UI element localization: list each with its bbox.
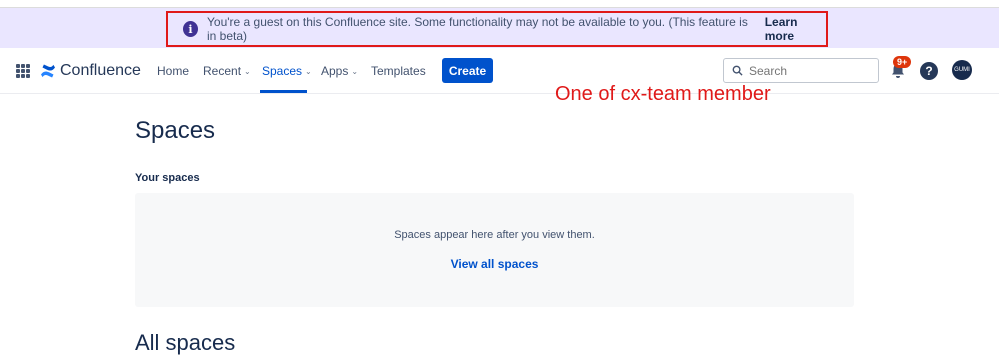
nav-spaces[interactable]: Spaces ⌄ xyxy=(262,64,312,78)
nav-home-label: Home xyxy=(157,64,190,78)
banner-message: You're a guest on this Confluence site. … xyxy=(207,15,748,43)
top-navigation: Confluence Home Recent ⌄ Spaces ⌄ Apps ⌄… xyxy=(0,48,999,94)
nav-spaces-label: Spaces xyxy=(262,64,303,78)
chevron-down-icon: ⌄ xyxy=(244,66,251,76)
nav-recent[interactable]: Recent ⌄ xyxy=(203,64,251,78)
search-box[interactable] xyxy=(723,58,879,83)
notification-count-badge: 9+ xyxy=(893,56,912,68)
confluence-logo-icon xyxy=(41,64,55,78)
search-icon xyxy=(732,65,743,76)
app-switcher-icon[interactable] xyxy=(16,64,30,78)
nav-home[interactable]: Home xyxy=(157,64,189,78)
search-input[interactable] xyxy=(749,63,869,78)
annotation-text: One of cx-team member xyxy=(555,83,771,105)
empty-state-message: Spaces appear here after you view them. xyxy=(394,229,595,241)
confluence-logo[interactable]: Confluence xyxy=(40,62,141,80)
learn-more-link[interactable]: Learn more xyxy=(765,15,826,43)
info-icon: i xyxy=(183,21,198,37)
banner-highlight-box: i You're a guest on this Confluence site… xyxy=(166,11,828,47)
nav-templates-label: Templates xyxy=(371,64,426,78)
your-spaces-empty-state: Spaces appear here after you view them. … xyxy=(135,193,854,307)
help-icon[interactable]: ? xyxy=(920,62,938,80)
guest-banner: i You're a guest on this Confluence site… xyxy=(0,8,999,48)
page-title: Spaces xyxy=(135,117,216,144)
nav-templates[interactable]: Templates xyxy=(371,64,426,78)
browser-top-strip xyxy=(0,0,999,8)
nav-apps-label: Apps xyxy=(321,64,349,78)
nav-apps[interactable]: Apps ⌄ xyxy=(321,64,358,78)
avatar[interactable]: GUMI xyxy=(952,60,972,80)
active-tab-indicator xyxy=(260,90,307,93)
all-spaces-heading: All spaces xyxy=(135,330,236,355)
nav-recent-label: Recent xyxy=(203,64,242,78)
chevron-down-icon: ⌄ xyxy=(351,66,359,76)
your-spaces-heading: Your spaces xyxy=(135,172,200,184)
chevron-down-icon: ⌄ xyxy=(305,66,312,76)
view-all-spaces-link[interactable]: View all spaces xyxy=(135,257,854,271)
create-button[interactable]: Create xyxy=(442,58,493,83)
app-name: Confluence xyxy=(60,62,141,79)
